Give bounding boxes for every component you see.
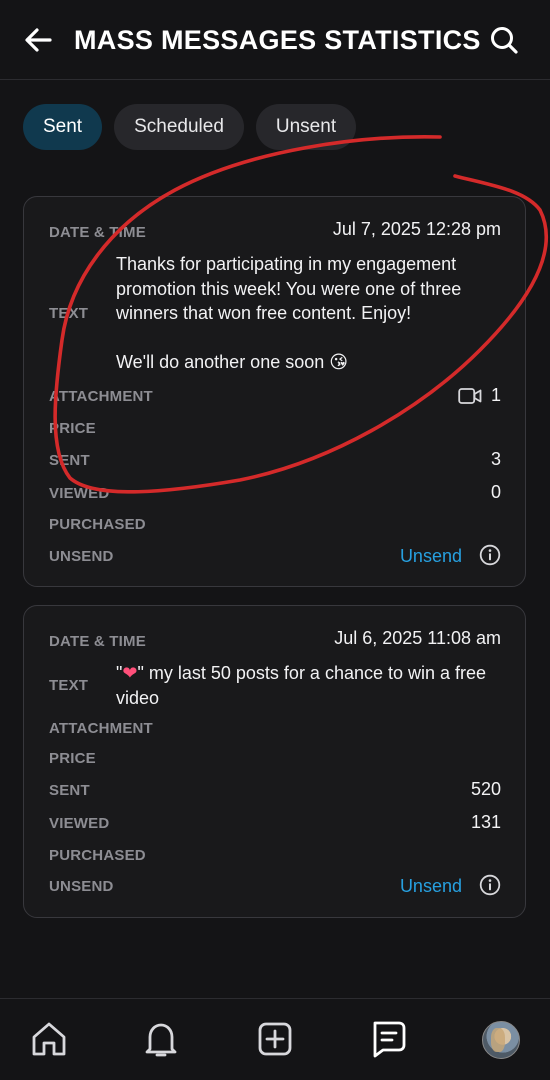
- home-icon[interactable]: [29, 1019, 69, 1059]
- search-icon[interactable]: [488, 24, 520, 56]
- unsend-label: UNSEND: [49, 878, 114, 895]
- avatar[interactable]: [482, 1021, 520, 1059]
- unsend-action: Unsend: [400, 874, 501, 897]
- date-time-value: Jul 6, 2025 11:08 am: [334, 628, 501, 648]
- bell-icon[interactable]: [141, 1019, 181, 1059]
- purchased-label: PURCHASED: [49, 516, 146, 533]
- sent-value: 3: [490, 449, 501, 469]
- attachment-count: 1: [490, 385, 501, 405]
- attachment-label: ATTACHMENT: [49, 720, 153, 737]
- filter-tabs: Sent Scheduled Unsent: [23, 104, 357, 150]
- sent-label: SENT: [49, 452, 90, 469]
- unsend-link[interactable]: Unsend: [400, 876, 462, 896]
- text-label: TEXT: [49, 305, 89, 322]
- plus-square-icon[interactable]: [255, 1019, 295, 1059]
- page-title: MASS MESSAGES STATISTICS: [74, 25, 481, 55]
- viewed-value: 131: [470, 812, 501, 832]
- tab-unsent[interactable]: Unsent: [255, 104, 357, 150]
- attachment-label: ATTACHMENT: [49, 388, 153, 405]
- message-text-paragraph: We'll do another one soon 😘: [116, 351, 349, 372]
- heart-emoji: ❤: [122, 663, 138, 683]
- viewed-label: VIEWED: [49, 815, 110, 832]
- info-icon[interactable]: [479, 874, 501, 896]
- message-text: Thanks for participating in my engagemen…: [116, 252, 496, 374]
- back-arrow-icon[interactable]: [22, 24, 54, 56]
- unsend-link[interactable]: Unsend: [400, 546, 462, 566]
- video-camera-icon: [458, 387, 482, 404]
- info-icon[interactable]: [479, 544, 501, 566]
- message-card: DATE & TIME Jul 6, 2025 11:08 am TEXT "❤…: [23, 605, 526, 918]
- attachment-value: 1: [458, 385, 501, 410]
- sent-value: 520: [470, 779, 501, 799]
- message-text-rest: " my last 50 posts for a chance to win a…: [116, 663, 487, 708]
- chat-icon[interactable]: [367, 1019, 407, 1059]
- purchased-label: PURCHASED: [49, 847, 146, 864]
- date-time-label: DATE & TIME: [49, 633, 146, 650]
- price-label: PRICE: [49, 420, 96, 437]
- viewed-label: VIEWED: [49, 485, 110, 502]
- date-time-label: DATE & TIME: [49, 224, 146, 241]
- tab-sent[interactable]: Sent: [23, 104, 103, 150]
- text-label: TEXT: [49, 677, 89, 694]
- message-text-paragraph: Thanks for participating in my engagemen…: [116, 254, 462, 323]
- bottom-nav: [0, 998, 550, 1080]
- viewed-value: 0: [490, 482, 501, 502]
- date-time-value: Jul 7, 2025 12:28 pm: [332, 219, 501, 239]
- tab-scheduled[interactable]: Scheduled: [114, 104, 244, 150]
- price-label: PRICE: [49, 750, 96, 767]
- app-header: MASS MESSAGES STATISTICS: [0, 0, 550, 80]
- message-card: DATE & TIME Jul 7, 2025 12:28 pm TEXT Th…: [23, 196, 526, 587]
- sent-label: SENT: [49, 782, 90, 799]
- unsend-label: UNSEND: [49, 548, 114, 565]
- message-text: "❤" my last 50 posts for a chance to win…: [116, 661, 496, 710]
- unsend-action: Unsend: [400, 544, 501, 567]
